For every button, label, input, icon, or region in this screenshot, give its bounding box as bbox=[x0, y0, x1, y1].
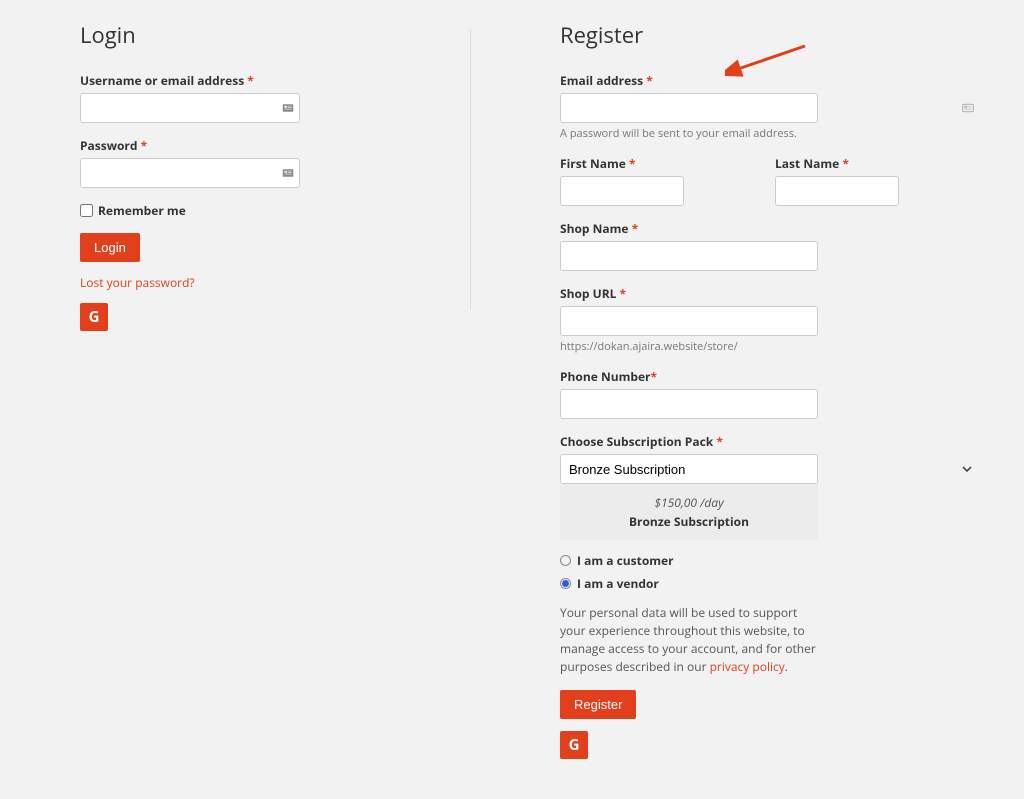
role-vendor-radio[interactable]: I am a vendor bbox=[560, 575, 980, 592]
contact-card-icon bbox=[282, 102, 294, 114]
chevron-down-icon bbox=[962, 464, 972, 474]
subscription-select[interactable]: Bronze Subscription bbox=[560, 454, 818, 484]
remember-me-label: Remember me bbox=[98, 202, 186, 219]
phone-label: Phone Number* bbox=[560, 368, 980, 385]
subscription-label: Choose Subscription Pack * bbox=[560, 433, 980, 450]
username-label: Username or email address * bbox=[80, 72, 500, 89]
privacy-policy-link[interactable]: privacy policy bbox=[710, 658, 785, 676]
username-input[interactable] bbox=[80, 93, 300, 123]
login-button[interactable]: Login bbox=[80, 233, 140, 262]
privacy-text: Your personal data will be used to suppo… bbox=[560, 604, 820, 676]
role-vendor-label: I am a vendor bbox=[577, 575, 659, 592]
role-customer-radio[interactable]: I am a customer bbox=[560, 552, 980, 569]
shop-url-input[interactable] bbox=[560, 306, 818, 336]
shop-name-label: Shop Name * bbox=[560, 220, 980, 237]
google-icon: G bbox=[89, 307, 100, 327]
remember-me-checkbox[interactable] bbox=[80, 204, 93, 217]
google-icon: G bbox=[569, 735, 580, 755]
role-customer-label: I am a customer bbox=[577, 552, 674, 569]
password-sent-hint: A password will be sent to your email ad… bbox=[560, 126, 980, 141]
contact-card-icon bbox=[282, 167, 294, 179]
password-label: Password * bbox=[80, 137, 500, 154]
last-name-input[interactable] bbox=[775, 176, 899, 206]
annotation-arrow-icon bbox=[725, 42, 815, 82]
column-divider bbox=[470, 30, 471, 310]
google-register-button[interactable]: G bbox=[560, 731, 588, 759]
first-name-label: First Name * bbox=[560, 155, 765, 172]
radio-icon bbox=[560, 578, 571, 589]
shop-url-prefix: https://dokan.ajaira.website/store/ bbox=[560, 339, 980, 354]
radio-icon bbox=[560, 555, 571, 566]
last-name-label: Last Name * bbox=[775, 155, 980, 172]
shop-url-label: Shop URL * bbox=[560, 285, 980, 302]
subscription-price: $150,00 /day bbox=[570, 494, 808, 511]
subscription-name: Bronze Subscription bbox=[570, 513, 808, 530]
google-login-button[interactable]: G bbox=[80, 303, 108, 331]
contact-card-icon bbox=[962, 102, 974, 114]
subscription-details: $150,00 /day Bronze Subscription bbox=[560, 484, 818, 540]
email-input[interactable] bbox=[560, 93, 818, 123]
first-name-input[interactable] bbox=[560, 176, 684, 206]
shop-name-input[interactable] bbox=[560, 241, 818, 271]
register-button[interactable]: Register bbox=[560, 690, 636, 719]
phone-input[interactable] bbox=[560, 389, 818, 419]
password-input[interactable] bbox=[80, 158, 300, 188]
login-heading: Login bbox=[80, 20, 500, 50]
lost-password-link[interactable]: Lost your password? bbox=[80, 274, 195, 291]
